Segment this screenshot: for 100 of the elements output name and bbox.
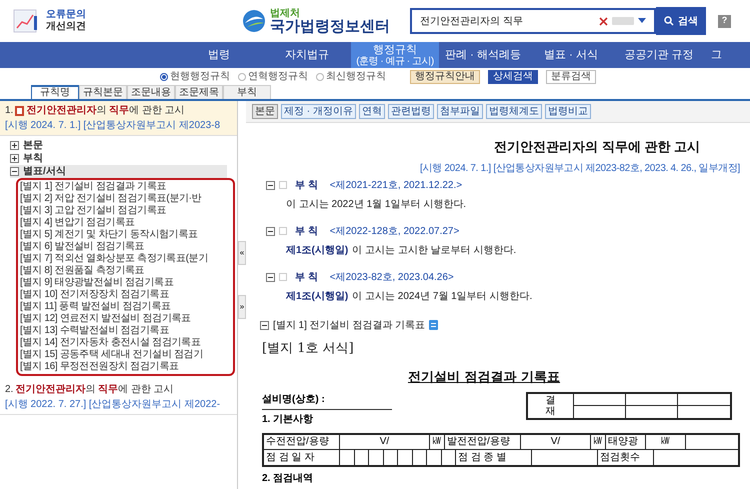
panel-toggle-handle[interactable]: « <box>238 241 246 265</box>
addendum-heading: 부 칙 <box>295 224 318 238</box>
tree-item[interactable]: 본문 <box>10 139 227 152</box>
document-icon <box>15 106 24 116</box>
brand-title[interactable]: 국가법령정보센터 <box>270 18 390 34</box>
help-button[interactable]: ? <box>718 14 731 28</box>
option-button[interactable]: 상세검색 <box>488 70 538 84</box>
rule-type-radio[interactable]: 현행행정규칙 <box>160 69 230 84</box>
document-meta: [시행 2024. 7. 1.] [산업통상자원부고시 제2023-82호, 2023. 4. 26., 일부개정] <box>420 162 740 176</box>
select-checkbox[interactable] <box>279 181 287 189</box>
table-cell: 태양광 <box>606 434 646 448</box>
approval-label: 결재 <box>546 394 556 416</box>
attachment-item[interactable]: [별지 11] 풍력 발전설비 점검기록표 <box>20 301 231 313</box>
attachment-item[interactable]: [별지 2] 저압 전기설비 점검기록표(분기·반 <box>20 193 231 205</box>
table-cell: 점검횟수 <box>598 450 654 464</box>
attachment-item[interactable]: [별지 13] 수력발전설비 점검기록표 <box>20 325 231 337</box>
result-meta[interactable]: [시행 2024. 7. 1.] [산업통상자원부고시 제2023-8 <box>5 118 232 133</box>
collapse-icon[interactable] <box>266 272 275 282</box>
collapse-icon[interactable] <box>10 167 19 176</box>
globe-logo-icon <box>242 9 266 33</box>
tree-item[interactable]: 별표/서식 <box>10 165 227 178</box>
nav-tab[interactable]: 자치법규 <box>263 42 351 68</box>
toolbar-button[interactable]: 본문 <box>252 104 278 119</box>
search-scope-tab[interactable]: 조문제목 <box>175 85 223 99</box>
nav-tab[interactable]: 그 <box>703 42 730 68</box>
attachment-item[interactable]: [별지 4] 변압기 점검기록표 <box>20 217 231 229</box>
brand-subtitle: 법제처 <box>270 8 301 18</box>
feedback-link[interactable]: 오류문의 개선의견 <box>46 9 86 33</box>
option-button[interactable]: 행정규칙안내 <box>410 70 480 84</box>
toolbar-button[interactable]: 첨부파일 <box>436 104 483 119</box>
collapse-icon[interactable] <box>266 226 275 236</box>
table-cell: 점 검 일 자 <box>264 450 340 464</box>
expand-icon[interactable] <box>10 141 19 150</box>
toolbar-button[interactable]: 법령체계도 <box>486 104 542 119</box>
result-meta[interactable]: [시행 2022. 7. 27.] [산업통상자원부고시 제2022- <box>5 397 232 412</box>
search-button[interactable]: 검색 <box>656 7 706 35</box>
toolbar-button[interactable]: 연혁 <box>358 104 385 119</box>
collapse-icon[interactable] <box>266 180 275 190</box>
tree-item[interactable]: 부칙 <box>10 152 227 165</box>
toolbar-button[interactable]: 관련법령 <box>388 104 434 119</box>
panel-toggle-handle[interactable]: » <box>238 295 246 319</box>
result-number: 1. <box>5 104 14 118</box>
form-number: [별지 1호 서식] <box>262 340 355 358</box>
article-text: 이 고시는 2024년 7월 1일부터 시행한다. <box>352 290 532 304</box>
collapse-icon[interactable] <box>260 320 269 330</box>
table-cell: 점 검 종 별 <box>456 450 532 464</box>
result-title[interactable]: 전기안전관리자의 직무에 관한 고시 <box>26 103 185 118</box>
section-heading: 2. 점검내역 <box>262 472 314 486</box>
rule-type-radio[interactable]: 연혁행정규칙 <box>238 69 308 84</box>
clear-icon[interactable] <box>599 16 608 26</box>
table-cell: 수전전압/용량 <box>264 434 340 448</box>
table-cell: ㎾ <box>430 434 445 448</box>
search-scope-tab[interactable]: 부칙 <box>223 85 271 99</box>
attachment-item[interactable]: [별지 7] 적외선 열화상분포 측정기록표(분기 <box>20 253 231 265</box>
select-checkbox[interactable] <box>279 227 287 235</box>
nav-tab[interactable]: 공공기관 규정 <box>615 42 703 68</box>
nav-tab[interactable]: 판례 · 해석례등 <box>439 42 527 68</box>
article-title: 제1조(시행일) <box>286 244 348 258</box>
document-title: 전기안전관리자의 직무에 관한 고시 <box>494 138 700 156</box>
attachment-item[interactable]: [별지 3] 고압 전기설비 점검기록표 <box>20 205 231 217</box>
nav-tab[interactable]: 법령 <box>175 42 263 68</box>
attachment-item[interactable]: [별지 14] 전기자동차 충전시설 점검기록표 <box>20 337 231 349</box>
attachment-item[interactable]: [별지 8] 전원품질 측정기록표 <box>20 265 231 277</box>
attachment-title: [별지 1] 전기설비 점검결과 기록표 <box>273 318 426 332</box>
dropdown-caret-icon[interactable] <box>638 18 646 24</box>
form-title: 전기설비 점검결과 기록표 <box>408 369 560 387</box>
result-title[interactable]: 전기안전관리자의 직무에 관한 고시 <box>15 382 174 397</box>
nav-tab[interactable]: 행정규칙 (훈령 · 예규 · 고시) <box>351 42 439 68</box>
article-text: 이 고시는 고시한 날로부터 시행한다. <box>352 244 516 258</box>
attachment-item[interactable]: [별지 5] 계전기 및 차단기 동작시험기록표 <box>20 229 231 241</box>
section-heading: 1. 기본사항 <box>262 412 314 426</box>
toolbar-button[interactable]: 제정 · 개정이유 <box>281 104 356 119</box>
addendum-heading: 부 칙 <box>295 178 318 192</box>
search-scope-tab[interactable]: 조문내용 <box>127 85 175 99</box>
facility-name-label: 설비명(상호) : <box>262 392 392 410</box>
table-cell: V/ <box>340 434 430 448</box>
search-scope-tab[interactable]: 규칙명 <box>31 85 79 99</box>
toolbar-button[interactable]: 법령비교 <box>544 104 591 119</box>
document-file-icon[interactable] <box>429 320 438 330</box>
attachment-item[interactable]: [별지 1] 전기설비 점검결과 기록표 <box>20 181 231 193</box>
table-cell: ㎾ <box>591 434 606 448</box>
result-number: 2. <box>5 383 14 397</box>
attachment-item[interactable]: [별지 6] 발전설비 점검기록표 <box>20 241 231 253</box>
option-button[interactable]: 분류검색 <box>546 70 596 84</box>
attachment-item[interactable]: [별지 12] 연료전지 발전설비 점검기록표 <box>20 313 231 325</box>
nav-tab[interactable]: 별표 · 서식 <box>527 42 615 68</box>
table-cell: ㎾ <box>646 434 686 448</box>
article-text: 이 고시는 2022년 1월 1일부터 시행한다. <box>286 198 466 212</box>
expand-icon[interactable] <box>10 154 19 163</box>
table-cell: 발전전압/용량 <box>445 434 521 448</box>
rule-type-radio[interactable]: 최신행정규칙 <box>316 69 386 84</box>
search-scope-tab[interactable]: 규칙본문 <box>79 85 127 99</box>
attachment-item[interactable]: [별지 16] 무정전전원장치 점검기록표 <box>20 361 231 373</box>
attachment-item[interactable]: [별지 9] 태양광발전설비 점검기록표 <box>20 277 231 289</box>
search-icon <box>664 16 674 26</box>
table-cell: V/ <box>521 434 591 448</box>
attachment-item[interactable]: [별지 10] 전기저장장치 점검기록표 <box>20 289 231 301</box>
attachment-item[interactable]: [별지 15] 공동주택 세대내 전기설비 점검기 <box>20 349 231 361</box>
select-checkbox[interactable] <box>279 273 287 281</box>
search-field[interactable]: 전기안전관리자의 직무 <box>410 8 656 34</box>
